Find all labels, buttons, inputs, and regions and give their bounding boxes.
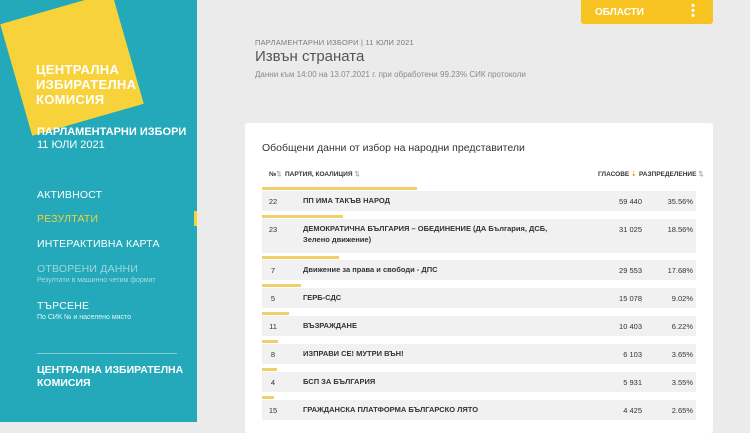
breadcrumb[interactable]: ПАРЛАМЕНТАРНИ ИЗБОРИ | 11 ЮЛИ 2021	[255, 38, 414, 47]
party-percentage: 17.68%	[667, 266, 693, 275]
party-number: 5	[270, 294, 276, 303]
party-number: 7	[270, 266, 276, 275]
share-bar	[262, 256, 340, 259]
party-percentage: 6.22%	[671, 322, 693, 331]
party-number: 15	[268, 406, 278, 415]
cik-footer-link[interactable]: ЦЕНТРАЛНА ИЗБИРАТЕЛНА КОМИСИЯ	[37, 364, 183, 390]
party-name: ГРАЖДАНСКА ПЛАТФОРМА БЪЛГАРСКО ЛЯТО	[303, 405, 479, 414]
table-row[interactable]: 4 БСП ЗА БЪЛГАРИЯ 5 931 3.55%	[262, 368, 696, 392]
column-header-votes[interactable]: ГЛАСОВЕ ⇣	[598, 170, 637, 178]
party-name: ПП ИМА ТАКЪВ НАРОД	[303, 196, 390, 205]
party-name: ВЪЗРАЖДАНЕ	[303, 321, 357, 330]
column-header-distribution-label: РАЗПРЕДЕЛЕНИЕ	[639, 171, 697, 178]
sort-icon: ⇅	[696, 171, 704, 178]
party-name: ДЕМОКРАТИЧНА БЪЛГАРИЯ – ОБЕДИНЕНИЕ (ДА Б…	[303, 224, 548, 244]
party-percentage: 2.65%	[671, 406, 693, 415]
column-header-party[interactable]: ПАРТИЯ, КОАЛИЦИЯ ⇅	[285, 170, 360, 178]
election-title: ПАРЛАМЕНТАРНИ ИЗБОРИ	[37, 126, 187, 138]
column-header-distribution[interactable]: РАЗПРЕДЕЛЕНИЕ ⇅	[639, 170, 704, 178]
column-header-votes-label: ГЛАСОВЕ	[598, 171, 630, 178]
share-bar	[262, 340, 278, 343]
nav-item-open-data: ОТВОРЕНИ ДАННИ	[37, 263, 139, 275]
party-votes: 31 025	[619, 225, 642, 234]
share-bar	[262, 187, 417, 190]
nav-item-results[interactable]: РЕЗУЛТАТИ	[37, 213, 98, 225]
party-votes: 5 931	[623, 378, 642, 387]
nav-item-activity[interactable]: АКТИВНОСТ	[37, 189, 102, 201]
party-percentage: 35.56%	[667, 197, 693, 206]
party-number: 11	[269, 322, 277, 331]
share-bar	[262, 396, 274, 399]
column-header-number[interactable]: №⇅	[269, 170, 282, 178]
nav-item-open-data-description: Резултати в машинно четим формат	[37, 277, 156, 284]
nav-item-search-description: По СИК № и населено място	[37, 314, 132, 321]
active-nav-indicator	[194, 211, 197, 226]
table-row[interactable]: 22 ПП ИМА ТАКЪВ НАРОД 59 440 35.56%	[262, 187, 696, 211]
share-bar	[262, 215, 343, 218]
party-percentage: 3.65%	[671, 350, 693, 359]
sidebar: ЦЕНТРАЛНА ИЗБИРАТЕЛНА КОМИСИЯ ПАРЛАМЕНТА…	[0, 0, 197, 422]
share-bar	[262, 284, 302, 287]
sort-icon: ⇅	[352, 171, 360, 178]
logo-line: ИЗБИРАТЕЛНА	[36, 77, 137, 92]
table-row[interactable]: 7 Движение за права и свободи - ДПС 29 5…	[262, 256, 696, 280]
party-number: 8	[270, 350, 276, 359]
table-row[interactable]: 15 ГРАЖДАНСКА ПЛАТФОРМА БЪЛГАРСКО ЛЯТО 4…	[262, 396, 696, 420]
party-percentage: 18.56%	[667, 225, 693, 234]
regions-button-label: ОБЛАСТИ	[595, 7, 644, 18]
table-row[interactable]: 11 ВЪЗРАЖДАНЕ 10 403 6.22%	[262, 312, 696, 336]
party-name: ГЕРБ-СДС	[303, 293, 342, 302]
election-date: 11 ЮЛИ 2021	[37, 139, 105, 151]
sidebar-divider	[37, 353, 177, 354]
party-number: 23	[268, 225, 278, 234]
sort-icon: ⇅	[276, 171, 282, 178]
results-title: Обобщени данни от избор на народни предс…	[262, 142, 525, 154]
more-vertical-icon: • • •	[691, 0, 695, 22]
party-votes: 10 403	[619, 322, 642, 331]
party-votes: 6 103	[623, 350, 642, 359]
party-number: 4	[270, 378, 276, 387]
party-votes: 4 425	[623, 406, 642, 415]
nav-item-interactive-map[interactable]: ИНТЕРАКТИВНА КАРТА	[37, 238, 160, 250]
logo-line: ЦЕНТРАЛНА	[36, 62, 120, 77]
results-card: Обобщени данни от избор на народни предс…	[245, 123, 713, 433]
party-votes: 29 553	[619, 266, 642, 275]
logo-line: КОМИСИЯ	[36, 92, 105, 107]
party-percentage: 3.55%	[671, 378, 693, 387]
party-votes: 15 078	[619, 294, 642, 303]
cik-footer-line: КОМИСИЯ	[37, 377, 91, 389]
party-name: ИЗПРАВИ СЕ! МУТРИ ВЪН!	[303, 349, 404, 358]
column-header-party-label: ПАРТИЯ, КОАЛИЦИЯ	[285, 171, 353, 178]
page-title: Извън страната	[255, 48, 365, 65]
cik-footer-line: ЦЕНТРАЛНА ИЗБИРАТЕЛНА	[37, 364, 184, 376]
sort-desc-icon: ⇣	[629, 171, 637, 178]
table-row[interactable]: 5 ГЕРБ-СДС 15 078 9.02%	[262, 284, 696, 308]
cik-logo[interactable]: ЦЕНТРАЛНА ИЗБИРАТЕЛНА КОМИСИЯ	[36, 62, 136, 107]
share-bar	[262, 312, 290, 315]
party-votes: 59 440	[619, 197, 642, 206]
nav-item-search[interactable]: ТЪРСЕНЕ	[37, 300, 89, 312]
table-row[interactable]: 23 ДЕМОКРАТИЧНА БЪЛГАРИЯ – ОБЕДИНЕНИЕ (Д…	[262, 215, 696, 253]
regions-button[interactable]: ОБЛАСТИ • • •	[581, 0, 713, 24]
data-timestamp: Данни към 14:00 на 13.07.2021 г. при обр…	[255, 70, 526, 79]
party-number: 22	[268, 197, 278, 206]
party-percentage: 9.02%	[671, 294, 693, 303]
table-row[interactable]: 8 ИЗПРАВИ СЕ! МУТРИ ВЪН! 6 103 3.65%	[262, 340, 696, 364]
share-bar	[262, 368, 278, 371]
party-name: Движение за права и свободи - ДПС	[303, 265, 438, 274]
party-name: БСП ЗА БЪЛГАРИЯ	[303, 377, 376, 386]
